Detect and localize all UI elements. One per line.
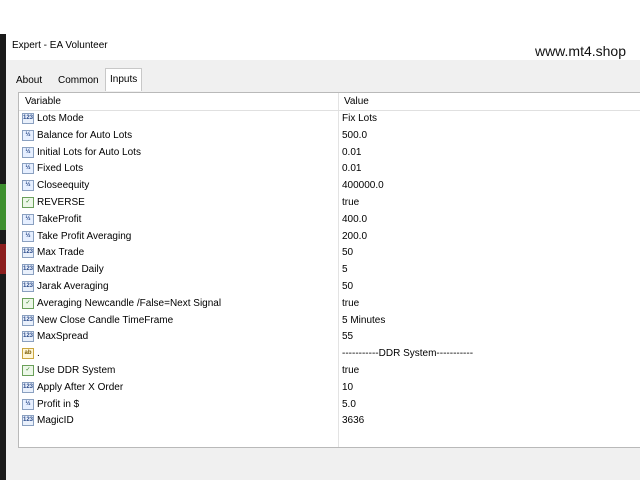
param-value[interactable]: 50	[342, 247, 353, 258]
table-row[interactable]: 123 MaxSpread 55	[19, 329, 640, 346]
table-row[interactable]: ½ Closeequity 400000.0	[19, 178, 640, 195]
table-row[interactable]: ½ Balance for Auto Lots 500.0	[19, 128, 640, 145]
param-value[interactable]: 500.0	[342, 130, 367, 141]
double-param-icon: ½	[22, 213, 34, 225]
bool-param-icon: ✓	[22, 196, 34, 208]
table-row[interactable]: ½ TakeProfit 400.0	[19, 212, 640, 229]
param-name: Take Profit Averaging	[37, 230, 132, 242]
param-value[interactable]: 3636	[342, 415, 364, 426]
table-row[interactable]: 123 Maxtrade Daily 5	[19, 262, 640, 279]
inputs-table: Variable Value 123 Lots Mode Fix Lots ½ Bala…	[19, 93, 640, 430]
integer-param-icon: 123	[22, 113, 34, 124]
param-value[interactable]: true	[342, 298, 359, 309]
param-name: Lots Mode	[37, 113, 84, 124]
param-value[interactable]: 10	[342, 382, 353, 393]
param-name: REVERSE	[37, 196, 85, 208]
table-row[interactable]: 123 Max Trade 50	[19, 245, 640, 262]
table-row[interactable]: ½ Initial Lots for Auto Lots 0.01	[19, 145, 640, 162]
integer-param-icon: 123	[22, 247, 34, 259]
param-value[interactable]: 400000.0	[342, 180, 384, 191]
param-name: MagicID	[37, 415, 74, 427]
tab-common[interactable]: Common	[54, 72, 103, 90]
integer-param-icon: 123	[22, 331, 34, 343]
param-name: New Close Candle TimeFrame	[37, 314, 174, 326]
param-name: Jarak Averaging	[37, 280, 109, 292]
integer-param-icon: 123	[22, 381, 34, 393]
table-header: Variable Value	[19, 93, 640, 111]
param-name: .	[37, 348, 40, 360]
watermark: www.mt4.shop	[534, 43, 626, 59]
param-name: MaxSpread	[37, 331, 89, 343]
background-strip	[0, 0, 640, 34]
double-param-icon: ½	[22, 398, 34, 410]
integer-param-icon: 123	[22, 415, 34, 427]
table-row[interactable]: 123 Apply After X Order 10	[19, 380, 640, 397]
inputs-panel: Variable Value 123 Lots Mode Fix Lots ½ Bala…	[18, 92, 640, 448]
header-value[interactable]: Value	[344, 96, 369, 107]
param-name: Profit in $	[37, 398, 80, 410]
table-row[interactable]: 123 Lots Mode Fix Lots	[19, 111, 640, 128]
tab-inputs[interactable]: Inputs	[105, 68, 143, 91]
param-name: Initial Lots for Auto Lots	[37, 146, 141, 158]
table-row[interactable]: ✓ Averaging Newcandle /False=Next Signal t…	[19, 296, 640, 313]
table-row[interactable]: 123 New Close Candle TimeFrame 5 Minutes	[19, 313, 640, 330]
table-row[interactable]: ½ Fixed Lots 0.01	[19, 161, 640, 178]
double-param-icon: ½	[22, 129, 34, 141]
window-title: Expert - EA Volunteer	[12, 40, 108, 51]
double-param-icon: ½	[22, 230, 34, 242]
param-value[interactable]: 50	[342, 281, 353, 292]
table-row[interactable]: ✓ Use DDR System true	[19, 363, 640, 380]
integer-param-icon: 123	[22, 314, 34, 326]
expert-dialog: About Common Inputs Variable Value 123 Lo…	[6, 60, 640, 480]
bool-param-icon: ✓	[22, 364, 34, 376]
integer-param-icon: 123	[22, 264, 34, 276]
param-name: Closeequity	[37, 180, 90, 192]
param-value[interactable]: true	[342, 197, 359, 208]
param-name: Balance for Auto Lots	[37, 129, 133, 141]
table-row[interactable]: ½ Take Profit Averaging 200.0	[19, 229, 640, 246]
table-row[interactable]: ½ Profit in $ 5.0	[19, 397, 640, 414]
param-value[interactable]: 0.01	[342, 147, 361, 158]
param-name: Max Trade	[37, 247, 85, 259]
table-row[interactable]: 123 MagicID 3636	[19, 413, 640, 430]
string-param-icon: ab	[22, 348, 34, 360]
double-param-icon: ½	[22, 163, 34, 175]
param-name: Averaging Newcandle /False=Next Signal	[37, 297, 222, 309]
param-value[interactable]: 5	[342, 264, 348, 275]
integer-param-icon: 123	[22, 280, 34, 292]
param-value[interactable]: Fix Lots	[342, 113, 377, 124]
double-param-icon: ½	[22, 180, 34, 192]
param-name: Fixed Lots	[37, 163, 84, 175]
table-body: 123 Lots Mode Fix Lots ½ Balance for Auto Lo…	[19, 111, 640, 430]
table-row[interactable]: 123 Jarak Averaging 50	[19, 279, 640, 296]
double-param-icon: ½	[22, 146, 34, 158]
table-row[interactable]: ✓ REVERSE true	[19, 195, 640, 212]
param-value[interactable]: 400.0	[342, 214, 367, 225]
param-value[interactable]: true	[342, 365, 359, 376]
param-value[interactable]: 0.01	[342, 163, 361, 174]
table-row[interactable]: ab. -----------DDR System-----------	[19, 346, 640, 363]
tab-about[interactable]: About	[12, 72, 46, 90]
param-name: TakeProfit	[37, 213, 82, 225]
param-name: Maxtrade Daily	[37, 264, 104, 276]
param-value[interactable]: 55	[342, 331, 353, 342]
param-value[interactable]: -----------DDR System-----------	[342, 348, 473, 359]
param-value[interactable]: 5.0	[342, 399, 356, 410]
param-value[interactable]: 200.0	[342, 231, 367, 242]
header-variable[interactable]: Variable	[25, 96, 61, 107]
bool-param-icon: ✓	[22, 297, 34, 309]
param-name: Use DDR System	[37, 364, 116, 376]
param-value[interactable]: 5 Minutes	[342, 315, 385, 326]
param-name: Apply After X Order	[37, 381, 124, 393]
